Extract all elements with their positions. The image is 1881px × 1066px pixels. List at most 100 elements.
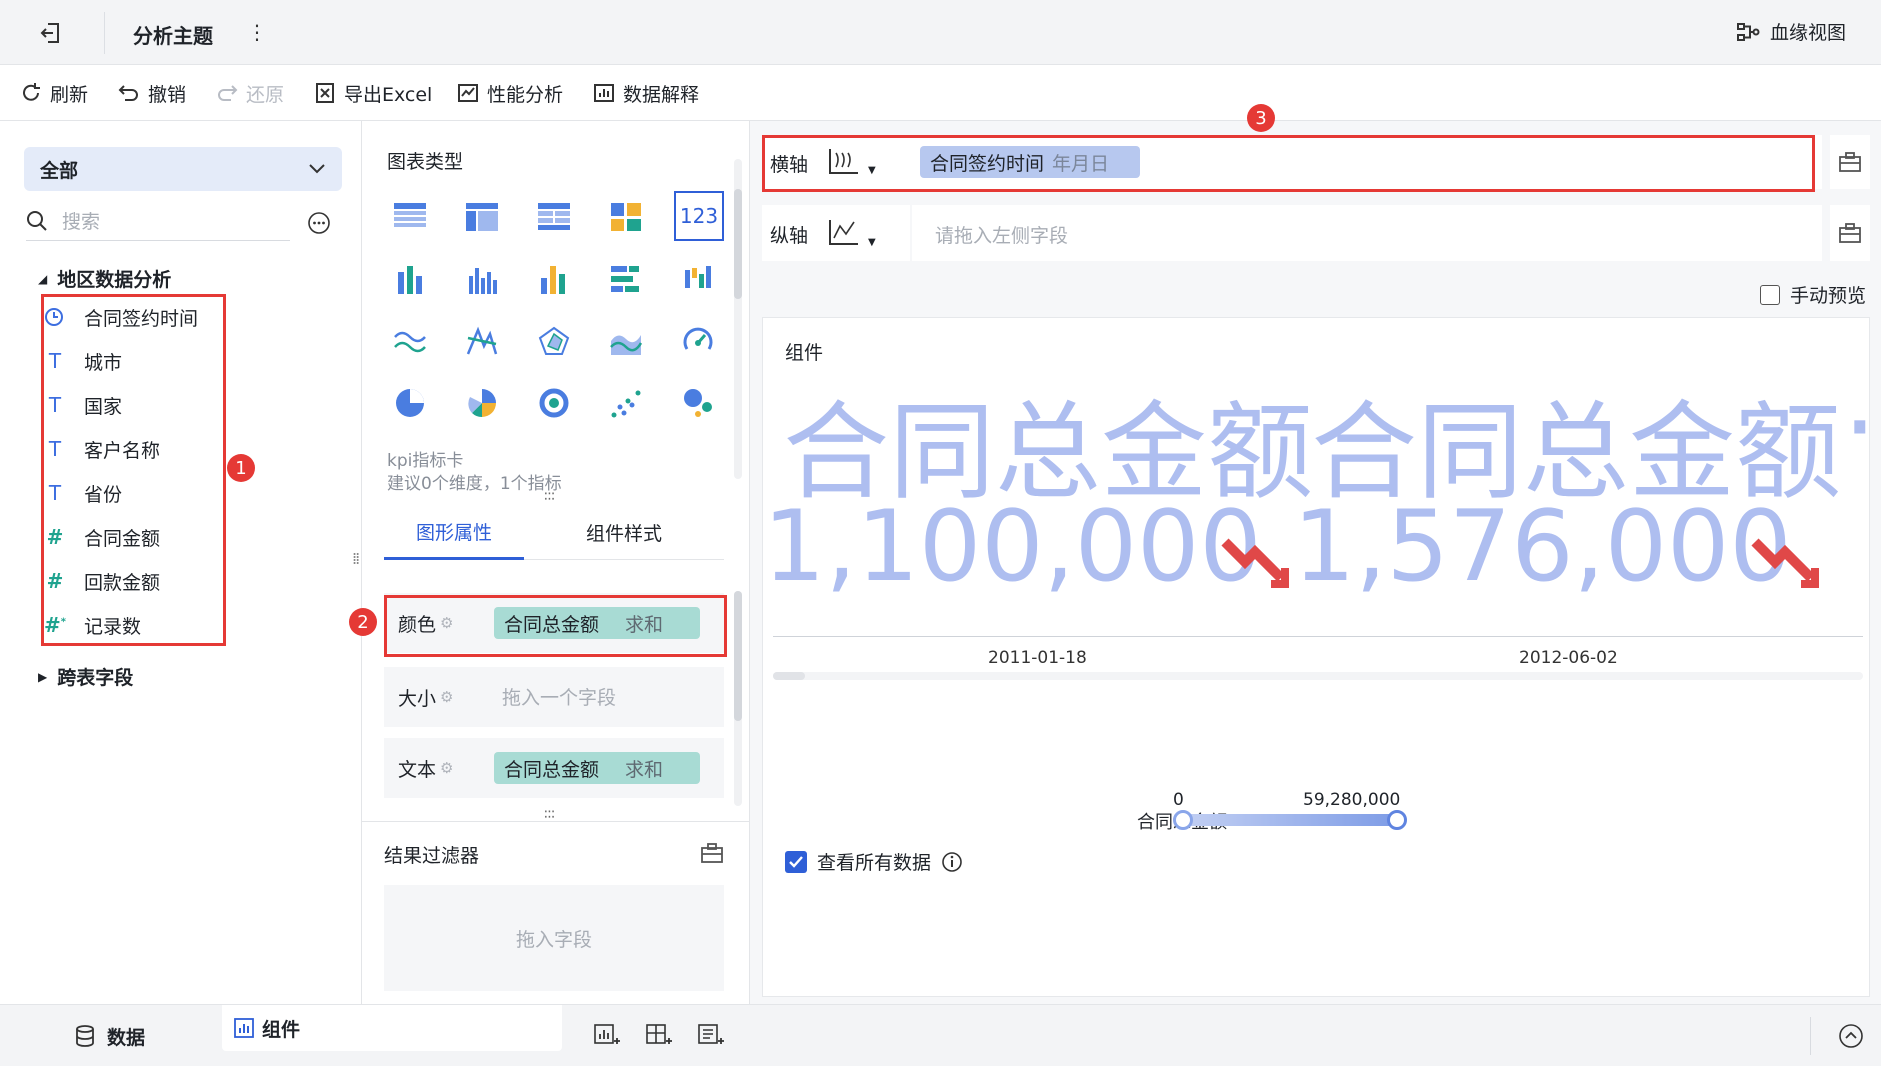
- waterfall-chart-icon[interactable]: [678, 259, 718, 299]
- chevron-down-icon: [308, 163, 326, 175]
- axis-line: [773, 636, 1863, 637]
- scatter-chart-icon[interactable]: [606, 383, 646, 423]
- field-panel: 全部 搜索 ◢ 地区数据分析 合同签约时间 T 城市 T 国家 T 客户名称 T: [0, 121, 362, 1004]
- performance-icon: [457, 82, 479, 104]
- caret-down-icon[interactable]: ▼: [868, 237, 876, 248]
- result-filter-title: 结果过滤器: [384, 845, 480, 867]
- text-property-row[interactable]: 文本 ⚙ 合同总金额 求和: [384, 738, 724, 798]
- undo-button[interactable]: 撤销: [118, 65, 186, 121]
- view-all-checkbox[interactable]: [785, 850, 807, 873]
- lineage-view-button[interactable]: 血缘视图: [1736, 18, 1846, 45]
- legend-handle-min[interactable]: [1173, 810, 1193, 830]
- legend-range-slider[interactable]: [1181, 814, 1397, 826]
- caret-right-icon: ▶: [38, 669, 48, 684]
- info-icon[interactable]: [941, 851, 963, 873]
- canvas-panel: 横轴 ▼ 合同签约时间 年月日 3 纵轴 ▼ 请拖入左侧字段 手动预览 组件 合…: [750, 104, 1881, 1004]
- y-drop-zone-divider: [910, 205, 912, 261]
- tab-component-style[interactable]: 组件样式: [524, 506, 724, 560]
- chart-icon: [234, 1018, 254, 1038]
- table-chart-icon[interactable]: [390, 197, 430, 237]
- more-options-icon[interactable]: [307, 211, 331, 235]
- grouped-bar-icon[interactable]: [390, 259, 430, 299]
- horizontal-scrollbar[interactable]: [773, 672, 1863, 680]
- y-axis-sort-icon[interactable]: [828, 218, 860, 246]
- size-property-row[interactable]: 大小 ⚙ 拖入一个字段: [384, 667, 724, 727]
- redo-button[interactable]: 还原: [216, 65, 284, 121]
- annotation-badge-2: 2: [349, 608, 377, 636]
- caret-down-icon: ◢: [38, 271, 48, 286]
- pivot-table-icon[interactable]: [462, 197, 502, 237]
- bubble-chart-icon[interactable]: [678, 383, 718, 423]
- stacked-column-icon[interactable]: [534, 259, 574, 299]
- y-drop-zone[interactable]: 请拖入左侧字段: [935, 221, 1068, 248]
- x-axis-settings-icon[interactable]: [1830, 135, 1870, 189]
- kpi-title-overflow: ·: [1843, 366, 1869, 489]
- gauge-chart-icon[interactable]: [678, 321, 718, 361]
- ring-chart-icon[interactable]: [534, 383, 574, 423]
- collapse-up-icon[interactable]: [1838, 1023, 1864, 1049]
- detail-table-icon[interactable]: [534, 197, 574, 237]
- y-axis-settings-icon[interactable]: [1830, 205, 1870, 261]
- size-drop-zone[interactable]: 拖入一个字段: [502, 683, 616, 710]
- kpi-card-icon[interactable]: 123: [674, 191, 724, 241]
- chart-type-scrollbar[interactable]: [734, 159, 742, 479]
- header-divider: [104, 12, 105, 54]
- undo-label: 撤销: [148, 83, 187, 106]
- performance-button[interactable]: 性能分析: [457, 65, 563, 121]
- text-property-label: 文本 ⚙: [398, 758, 454, 781]
- drag-handle-icon[interactable]: ⁞⁞: [352, 549, 360, 568]
- cross-table-group[interactable]: ▶ 跨表字段: [38, 663, 133, 690]
- gear-icon[interactable]: ⚙: [440, 759, 453, 777]
- tab-component[interactable]: 组件: [222, 1005, 562, 1051]
- excel-icon: [314, 82, 336, 104]
- line-chart-icon[interactable]: [390, 321, 430, 361]
- group-header[interactable]: ◢ 地区数据分析: [38, 265, 171, 292]
- toolbar: 刷新 撤销 还原 导出Excel 性能分析 数据解释: [0, 65, 1881, 121]
- add-component-icon[interactable]: [594, 1023, 620, 1047]
- cross-chart-icon[interactable]: [606, 197, 646, 237]
- search-box[interactable]: 搜索: [26, 201, 290, 241]
- radar-line-icon[interactable]: [462, 321, 502, 361]
- performance-label: 性能分析: [487, 83, 564, 106]
- filter-settings-icon[interactable]: [701, 843, 723, 863]
- export-label: 导出Excel: [344, 83, 433, 106]
- cross-table-label: 跨表字段: [57, 667, 134, 689]
- tab-graphic-properties[interactable]: 图形属性: [384, 506, 524, 560]
- legend-max: 59,280,000: [1303, 790, 1401, 810]
- manual-preview-checkbox[interactable]: [1760, 284, 1780, 305]
- column-chart-icon[interactable]: [462, 259, 502, 299]
- text-field-pill[interactable]: 合同总金额 求和: [494, 752, 700, 784]
- search-input[interactable]: 搜索: [62, 207, 100, 234]
- legend-handle-max[interactable]: [1387, 810, 1407, 830]
- manual-preview-toggle[interactable]: 手动预览: [1760, 281, 1866, 308]
- add-dashboard-icon[interactable]: [646, 1023, 672, 1047]
- splitter-handle-icon[interactable]: ∶∶∶: [544, 489, 555, 505]
- scope-select[interactable]: 全部: [24, 147, 342, 191]
- exit-icon[interactable]: [38, 20, 64, 46]
- filter-section-divider: [362, 821, 750, 822]
- radar-chart-icon[interactable]: [534, 321, 574, 361]
- props-scrollbar[interactable]: [734, 591, 742, 806]
- data-explain-button[interactable]: 数据解释: [593, 65, 699, 121]
- export-excel-button[interactable]: 导出Excel: [314, 65, 432, 121]
- add-report-icon[interactable]: [698, 1023, 724, 1047]
- annotation-badge-3: 3: [1247, 104, 1275, 132]
- axis-tick-label: 2012-06-02: [1519, 648, 1618, 668]
- top-header: 分析主题 ⋮ 血缘视图: [0, 0, 1881, 65]
- tab-data[interactable]: 数据: [0, 1005, 220, 1066]
- bottom-tab-bar: 数据 组件: [0, 1004, 1881, 1066]
- tab-label: 组件: [262, 1018, 301, 1041]
- view-all-data-toggle[interactable]: 查看所有数据: [785, 848, 963, 875]
- gear-icon[interactable]: ⚙: [440, 688, 453, 706]
- filter-drop-zone[interactable]: 拖入字段: [384, 885, 724, 991]
- refresh-button[interactable]: 刷新: [20, 65, 88, 121]
- pie-chart-icon[interactable]: [390, 383, 430, 423]
- area-chart-icon[interactable]: [606, 321, 646, 361]
- tab-label: 图形属性: [415, 522, 492, 544]
- size-property-label: 大小 ⚙: [398, 687, 454, 710]
- more-menu-icon[interactable]: ⋮: [247, 20, 267, 44]
- tab-label: 组件样式: [585, 523, 662, 545]
- pill-field: 合同总金额: [504, 758, 600, 781]
- rose-chart-icon[interactable]: [462, 383, 502, 423]
- bar-chart-icon[interactable]: [606, 259, 646, 299]
